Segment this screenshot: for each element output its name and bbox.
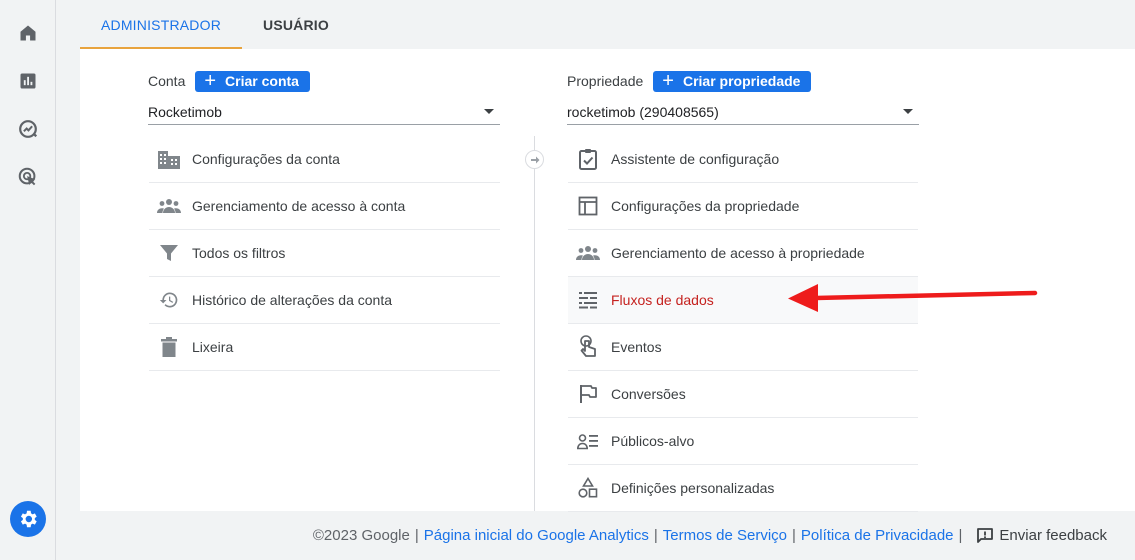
home-icon[interactable] (16, 21, 40, 45)
menu-item-label: Lixeira (192, 339, 234, 355)
gear-icon (20, 510, 37, 528)
trash-icon (157, 335, 181, 359)
menu-item-label: Histórico de alterações da conta (192, 292, 392, 308)
menu-item-property-settings[interactable]: Configurações da propriedade (568, 183, 918, 230)
account-selected-value: Rocketimob (148, 103, 222, 120)
people-icon (157, 194, 181, 218)
menu-item-all-filters[interactable]: Todos os filtros (149, 230, 500, 277)
footer-link-terms[interactable]: Termos de Serviço (663, 527, 787, 544)
footer-separator: | (653, 527, 658, 544)
menu-item-change-history[interactable]: Histórico de alterações da conta (149, 277, 500, 324)
tab-administrador[interactable]: ADMINISTRADOR (80, 0, 242, 49)
dropdown-caret-icon (903, 109, 913, 114)
annotation-arrow-icon (788, 284, 1038, 312)
create-account-button[interactable]: + Criar conta (195, 70, 310, 92)
building-icon (157, 147, 181, 171)
menu-item-label: Gerenciamento de acesso à conta (192, 198, 406, 214)
filter-icon (157, 241, 181, 265)
menu-item-account-access[interactable]: Gerenciamento de acesso à conta (149, 183, 500, 230)
touch-icon (576, 335, 600, 359)
advertising-icon[interactable] (16, 165, 40, 189)
history-icon (157, 288, 181, 312)
flag-icon (576, 382, 600, 406)
footer-link-analytics-home[interactable]: Página inicial do Google Analytics (424, 527, 649, 544)
create-property-button[interactable]: + Criar propriedade (653, 70, 812, 92)
account-label: Conta (148, 73, 186, 89)
menu-item-label: Fluxos de dados (611, 292, 714, 308)
column-divider (534, 136, 535, 511)
nav-rail (0, 0, 56, 560)
menu-item-label: Eventos (611, 339, 662, 355)
menu-item-property-access[interactable]: Gerenciamento de acesso à propriedade (568, 230, 918, 277)
shapes-icon (576, 476, 600, 500)
menu-item-custom-definitions[interactable]: Definições personalizadas (568, 465, 918, 512)
plus-icon: + (204, 70, 217, 92)
menu-item-label: Configurações da conta (192, 151, 340, 167)
clipboard-check-icon (576, 147, 600, 171)
footer: ©2023 Google | Página inicial do Google … (80, 511, 1135, 560)
feedback-icon (977, 527, 994, 543)
arrow-right-icon (525, 150, 544, 169)
reports-icon[interactable] (16, 69, 40, 93)
send-feedback-label: Enviar feedback (999, 527, 1107, 544)
send-feedback-button[interactable]: Enviar feedback (976, 527, 1107, 545)
menu-item-events[interactable]: Eventos (568, 324, 918, 371)
menu-item-label: Todos os filtros (192, 245, 286, 261)
property-selected-value: rocketimob (290408565) (567, 103, 719, 120)
menu-item-label: Configurações da propriedade (611, 198, 800, 214)
explore-icon[interactable] (16, 117, 40, 141)
admin-tabs: ADMINISTRADOR USUÁRIO (80, 0, 1135, 49)
footer-separator: | (958, 527, 963, 544)
menu-item-setup-assistant[interactable]: Assistente de configuração (568, 136, 918, 183)
layout-icon (576, 194, 600, 218)
account-select[interactable]: Rocketimob (148, 99, 500, 125)
menu-item-label: Públicos-alvo (611, 433, 695, 449)
property-menu: Assistente de configuração Configurações… (568, 136, 918, 512)
menu-item-trash[interactable]: Lixeira (149, 324, 500, 371)
footer-link-privacy[interactable]: Política de Privacidade (801, 527, 954, 544)
menu-item-label: Gerenciamento de acesso à propriedade (611, 245, 865, 261)
tab-usuario[interactable]: USUÁRIO (250, 0, 342, 49)
create-property-label: Criar propriedade (682, 73, 801, 89)
copyright-text: ©2023 Google (312, 527, 410, 544)
menu-item-label: Conversões (611, 386, 686, 402)
footer-separator: | (792, 527, 796, 544)
property-header: Propriedade + Criar propriedade (567, 70, 812, 92)
menu-item-label: Definições personalizadas (611, 480, 775, 496)
admin-settings-button[interactable] (10, 501, 46, 537)
people-icon (576, 241, 600, 265)
account-header: Conta + Criar conta (148, 70, 310, 92)
menu-item-account-settings[interactable]: Configurações da conta (149, 136, 500, 183)
create-account-label: Criar conta (225, 73, 299, 89)
property-label: Propriedade (567, 73, 644, 89)
account-menu: Configurações da conta Gerenciamento de … (149, 136, 500, 371)
footer-separator: | (414, 527, 419, 544)
data-streams-icon (576, 288, 600, 312)
menu-item-audiences[interactable]: Públicos-alvo (568, 418, 918, 465)
menu-item-conversions[interactable]: Conversões (568, 371, 918, 418)
menu-item-label: Assistente de configuração (611, 151, 780, 167)
dropdown-caret-icon (484, 109, 494, 114)
plus-icon: + (662, 70, 674, 92)
audience-icon (576, 429, 600, 453)
property-select[interactable]: rocketimob (290408565) (567, 99, 919, 125)
